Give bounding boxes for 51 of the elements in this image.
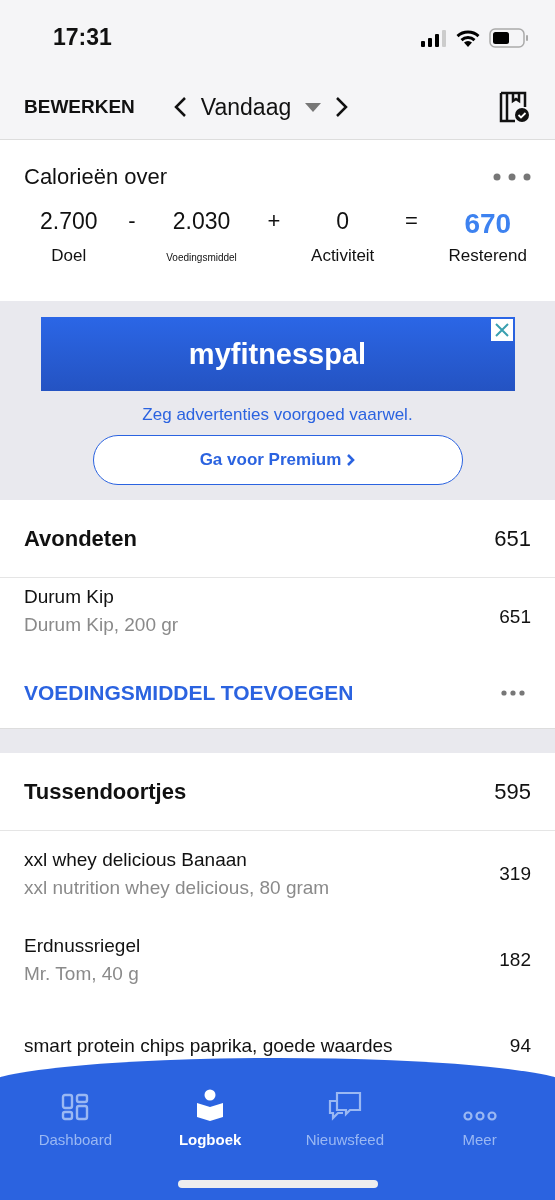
close-icon[interactable] [490, 319, 513, 341]
food-name[interactable]: Durum Kip [24, 586, 179, 608]
more-icon[interactable] [493, 173, 531, 181]
add-food-button[interactable]: VOEDINGSMIDDEL TOEVOEGEN [24, 681, 354, 705]
food-calories: 319 [499, 863, 531, 885]
calorie-value: 2.700 [40, 208, 98, 236]
food-calories: 182 [499, 949, 531, 971]
reading-person-icon [196, 1089, 225, 1121]
ad-tagline: Zeg advertenties voorgoed vaarwel. [142, 405, 413, 425]
chevron-right-icon[interactable] [335, 96, 350, 118]
food-name[interactable]: smart protein chips paprika, goede waardes [24, 1035, 393, 1057]
food-detail: xxl nutrition whey delicious, 80 gram [24, 877, 330, 899]
calorie-label: Activiteit [311, 246, 375, 266]
wifi-icon [455, 28, 481, 47]
calorie-label: Resterend [448, 246, 527, 266]
meal-title: Avondeten [24, 525, 137, 552]
calorie-label: Doel [51, 246, 87, 266]
calorie-value: 2.030 [172, 208, 231, 236]
chevron-right-icon [346, 453, 356, 467]
caret-icon[interactable] [305, 102, 322, 112]
card-title: Calorieën over [24, 164, 168, 190]
food-name[interactable]: xxl whey delicious Banaan [24, 849, 330, 871]
operator: + [267, 208, 281, 234]
meal-title: Tussendoortjes [24, 778, 187, 805]
diary-check-icon[interactable] [499, 91, 529, 123]
ad-logo: myfitnesspal [188, 337, 367, 371]
food-detail: Mr. Tom, 40 g [24, 963, 140, 985]
food-calories: 94 [509, 1035, 531, 1057]
chevron-left-icon[interactable] [172, 96, 187, 118]
signal-icon [421, 28, 447, 47]
more-icon[interactable] [501, 690, 525, 696]
calorie-value: 670 [464, 208, 512, 238]
chat-bubbles-icon [327, 1091, 362, 1121]
tab[interactable]: Logboek [150, 1086, 271, 1148]
food-calories: 651 [499, 606, 531, 628]
date-selector[interactable]: Vandaag [200, 93, 292, 121]
operator: = [405, 208, 418, 234]
calorie-value: 0 [336, 208, 350, 236]
battery-icon [489, 27, 529, 48]
premium-button[interactable]: Ga voor Premium [92, 435, 463, 485]
calorie-label: Voedingsmiddel [166, 252, 237, 263]
operator: - [128, 208, 136, 234]
status-time: 17:31 [53, 24, 112, 51]
food-name[interactable]: Erdnussriegel [24, 935, 141, 957]
meal-total: 651 [494, 525, 531, 552]
meal-total: 595 [494, 778, 531, 805]
ad-banner[interactable]: myfitnesspal [40, 317, 515, 391]
food-detail: Durum Kip, 200 gr [24, 614, 179, 636]
more-icon [462, 1111, 497, 1121]
dashboard-icon [61, 1093, 90, 1121]
edit-button[interactable]: BEWERKEN [24, 96, 135, 118]
